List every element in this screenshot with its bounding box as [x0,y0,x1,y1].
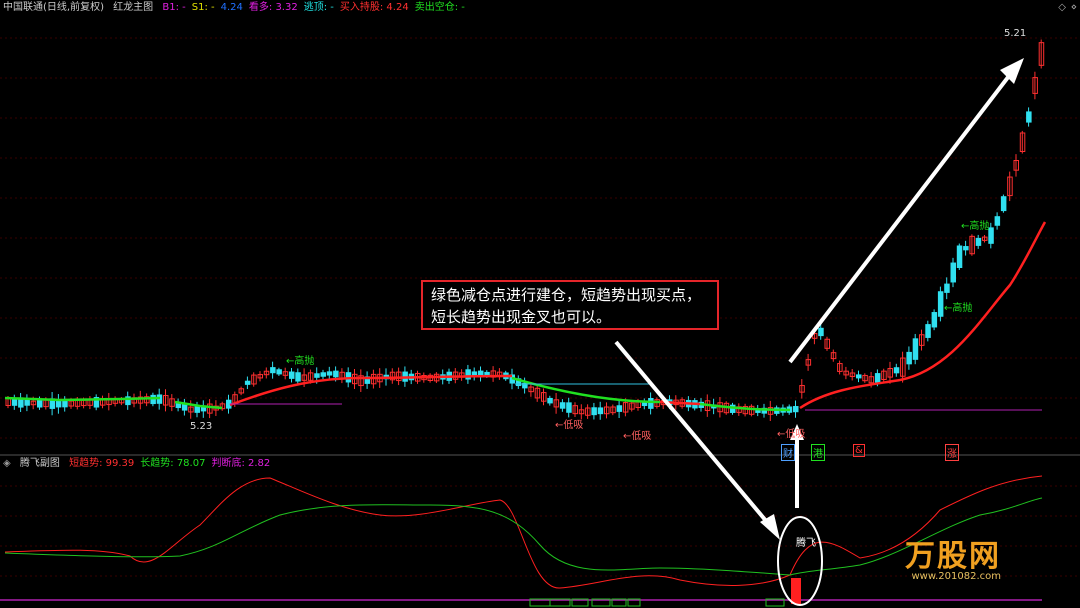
mainItems-item-4: 逃顶: - [303,2,334,13]
sub-chart-header: ◈ 腾飞副图 短趋势: 99.39 长趋势: 78.07 判断底: 2.82 [3,457,282,471]
subItems-item-1: 长趋势: 78.07 [140,458,206,469]
annotation-line-2: 短长趋势出现金叉也可以。 [431,308,612,326]
candle-body-156 [988,227,994,244]
diamond-icon[interactable]: ◇ [1058,2,1066,13]
watermark: 万股网 www.201082.com [905,539,1001,583]
candle-body-30 [194,406,200,413]
candle-body-88 [559,402,566,409]
watermark-title: 万股网 [905,539,1001,574]
tengfei-bar [791,578,801,604]
candlesticks [5,39,1045,422]
mainItems-item-5: 买入持股: 4.24 [339,2,409,13]
candle-body-45 [289,371,295,379]
candle-body-50 [320,372,326,377]
green-trend-1 [4,396,161,402]
gaopao-label-2: ←高抛 [961,221,990,232]
annotation-line-1: 绿色减仓点进行建仓，短趋势出现买点， [431,286,702,304]
candle-body-52 [333,370,339,378]
candle-body-158 [1000,196,1007,212]
main-indicator-name[interactable]: 红龙主图 [113,2,153,13]
dixi-label-2: ←低吸 [623,431,652,442]
gaopao-label-3: ←高抛 [944,303,973,314]
candle-body-46 [295,372,301,382]
candle-body-94 [597,407,604,415]
mainItems-item-3: 看多: 3.32 [248,2,298,13]
candle-body-147 [931,312,938,328]
annotation-box: 绿色减仓点进行建仓，短趋势出现买点， 短长趋势出现金叉也可以。 [421,280,719,330]
candle-body-150 [950,262,956,283]
event-tag-3[interactable]: 涨 [945,444,959,461]
dixi-label-3: ←低吸 [777,429,806,440]
sub-indicator-lines [0,475,1043,607]
event-tag-2[interactable]: & [853,444,865,457]
candle-body-38 [244,380,251,385]
candle-body-135 [856,374,862,379]
event-tag-1[interactable]: 港 [811,444,825,461]
candle-body-8 [55,400,62,408]
tengfei-label: 腾飞 [796,538,816,549]
candle-body-43 [276,369,282,375]
candle-body-3 [24,399,30,406]
candle-body-152 [963,246,969,251]
candle-body-42 [270,367,276,374]
candle-body-151 [956,245,963,269]
subItems-item-0: 短趋势: 99.39 [69,458,135,469]
candle-body-86 [547,397,553,404]
mainItems-item-1: S1: - [191,2,215,13]
candle-body-28 [181,403,188,411]
candle-body-143 [906,351,912,365]
candle-body-154 [975,237,982,246]
candle-body-141 [893,367,900,374]
gaopao-label-1: ←高抛 [286,356,315,367]
candle-body-129 [818,327,824,337]
watermark-url: www.201082.com [911,571,1001,582]
candle-body-89 [566,402,572,413]
candle-body-102 [648,398,654,409]
candle-body-31 [200,406,207,412]
candle-body-125 [793,406,799,413]
candle-body-138 [874,373,881,383]
candle-body-49 [314,373,320,378]
candle-body-51 [326,371,333,376]
candle-body-157 [994,216,1001,226]
candle-body-144 [912,338,919,360]
settings-icon[interactable]: ⋄ [1071,2,1077,13]
candle-body-97 [616,405,623,412]
candle-body-162 [1026,111,1032,123]
candle-body-148 [937,291,944,317]
mainItems-item-6: 卖出空仓: - [414,2,465,13]
long-trend-line [4,497,1043,576]
event-tag-0[interactable]: 财 [781,444,795,461]
dixi-label-1: ←低吸 [555,420,584,431]
main-chart-header: 中国联通(日线,前复权) 红龙主图 B1: - S1: - 4.24 看多: 3.32… [3,1,477,15]
candle-body-93 [591,407,597,416]
price-high-label: 5.21 [1004,28,1027,39]
short-trend-line [4,475,1043,589]
mainItems-item-2: 4.24 [220,2,243,13]
candle-body-149 [944,283,950,293]
sub-indicator-name[interactable]: 腾飞副图 [20,458,60,469]
mainItems-item-0: B1: - [162,2,186,13]
red-trend-3 [799,221,1047,410]
candle-body-1 [11,398,18,406]
subItems-item-2: 判断底: 2.82 [211,458,271,469]
collapse-icon[interactable]: ◈ [3,458,11,469]
candle-body-146 [925,324,931,338]
candle-body-9 [62,400,68,408]
price-low-label: 5.23 [190,421,213,432]
stock-name: 中国联通(日线,前复权) [3,2,104,13]
